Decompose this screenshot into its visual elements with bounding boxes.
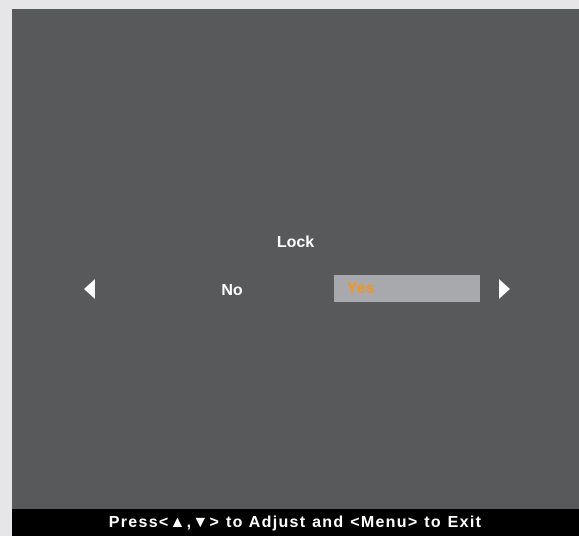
menu-title: Lock bbox=[276, 234, 315, 251]
footer-hint: Press<▲,▼> to Adjust and <Menu> to Exit bbox=[12, 509, 579, 536]
triangle-right-icon[interactable] bbox=[499, 279, 510, 299]
option-no[interactable]: No bbox=[212, 280, 252, 302]
osd-screen: Lock No Yes Press<▲,▼> to Adjust and <Me… bbox=[12, 9, 579, 536]
option-yes-selected[interactable]: Yes bbox=[334, 275, 480, 302]
triangle-left-icon[interactable] bbox=[84, 279, 95, 299]
option-yes-label: Yes bbox=[347, 280, 375, 297]
